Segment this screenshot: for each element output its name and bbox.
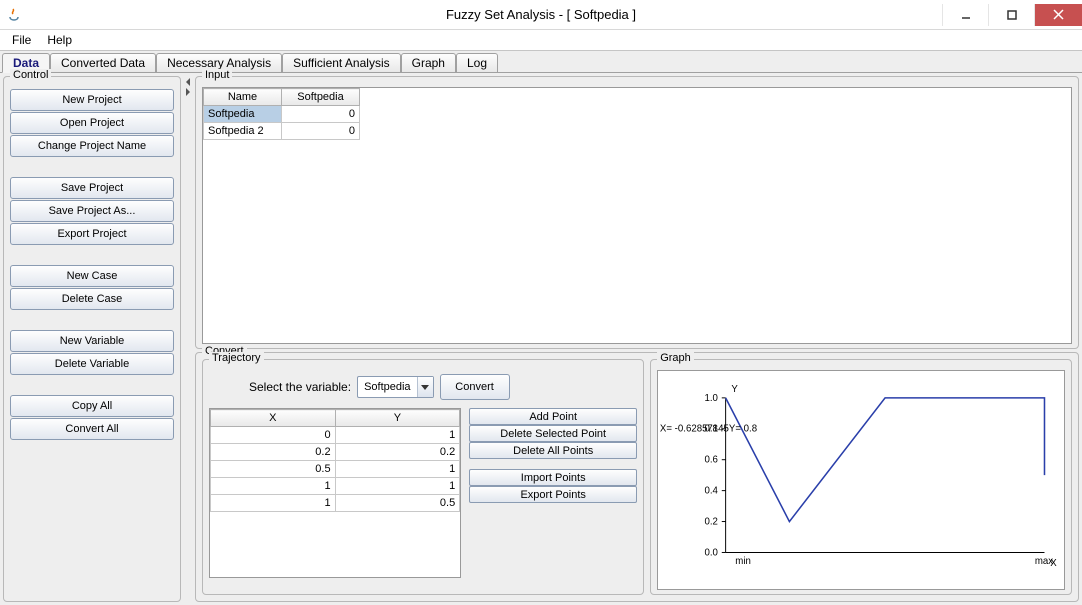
menu-file[interactable]: File bbox=[4, 31, 39, 49]
copy-all-button[interactable]: Copy All bbox=[10, 395, 174, 417]
graph-panel: Graph 0.00.20.40.60.81.0minmaxYXX= -0.62… bbox=[650, 359, 1072, 595]
chart-svg: 0.00.20.40.60.81.0minmaxYXX= -0.62857145… bbox=[658, 371, 1064, 589]
delete-selected-point-button[interactable]: Delete Selected Point bbox=[469, 425, 637, 442]
table-row[interactable]: Softpedia 0 bbox=[204, 106, 360, 123]
save-project-button[interactable]: Save Project bbox=[10, 177, 174, 199]
new-project-button[interactable]: New Project bbox=[10, 89, 174, 111]
select-variable-label: Select the variable: bbox=[249, 380, 351, 394]
minimize-button[interactable] bbox=[942, 4, 988, 26]
table-row[interactable]: Softpedia 2 0 bbox=[204, 123, 360, 140]
control-panel: Control New Project Open Project Change … bbox=[3, 76, 181, 602]
table-row[interactable]: 10.5 bbox=[211, 495, 460, 512]
variable-select[interactable]: Softpedia bbox=[357, 376, 433, 398]
svg-text:Y: Y bbox=[732, 384, 739, 395]
svg-text:1.0: 1.0 bbox=[705, 393, 718, 404]
input-header-col1[interactable]: Softpedia bbox=[282, 89, 360, 106]
input-cell-value[interactable]: 0 bbox=[282, 123, 360, 140]
save-project-as-button[interactable]: Save Project As... bbox=[10, 200, 174, 222]
table-row[interactable]: 01 bbox=[211, 427, 460, 444]
point-buttons: Add Point Delete Selected Point Delete A… bbox=[469, 408, 637, 578]
trajectory-panel: Trajectory Select the variable: Softpedi… bbox=[202, 359, 644, 595]
tab-sufficient-analysis[interactable]: Sufficient Analysis bbox=[282, 53, 401, 72]
import-points-button[interactable]: Import Points bbox=[469, 469, 637, 486]
table-row[interactable]: 11 bbox=[211, 478, 460, 495]
input-table[interactable]: Name Softpedia Softpedia 0 Softpedia 2 0 bbox=[203, 88, 360, 140]
change-project-name-button[interactable]: Change Project Name bbox=[10, 135, 174, 157]
dropdown-icon bbox=[417, 377, 433, 397]
tab-log[interactable]: Log bbox=[456, 53, 498, 72]
variable-select-value: Softpedia bbox=[358, 381, 416, 393]
menubar: File Help bbox=[0, 30, 1082, 51]
table-row[interactable]: 0.51 bbox=[211, 461, 460, 478]
svg-text:0.0: 0.0 bbox=[705, 547, 718, 558]
input-header-name[interactable]: Name bbox=[204, 89, 282, 106]
java-icon bbox=[6, 7, 22, 23]
input-cell-value[interactable]: 0 bbox=[282, 106, 360, 123]
control-legend: Control bbox=[10, 69, 51, 81]
convert-all-button[interactable]: Convert All bbox=[10, 418, 174, 440]
new-variable-button[interactable]: New Variable bbox=[10, 330, 174, 352]
delete-variable-button[interactable]: Delete Variable bbox=[10, 353, 174, 375]
svg-text:0.6: 0.6 bbox=[705, 455, 718, 466]
svg-text:X: X bbox=[1050, 558, 1057, 569]
right-column: Input Name Softpedia Softpedia 0 Softped… bbox=[195, 76, 1079, 602]
menu-help[interactable]: Help bbox=[39, 31, 80, 49]
trajectory-legend: Trajectory bbox=[209, 352, 264, 364]
graph-canvas[interactable]: 0.00.20.40.60.81.0minmaxYXX= -0.62857145… bbox=[657, 370, 1065, 590]
input-cell-name[interactable]: Softpedia bbox=[204, 106, 282, 123]
xy-table-container: X Y 01 0.20.2 0.51 11 10.5 bbox=[209, 408, 461, 578]
splitter-right-icon bbox=[186, 88, 190, 96]
xy-header-x[interactable]: X bbox=[211, 410, 336, 427]
xy-table[interactable]: X Y 01 0.20.2 0.51 11 10.5 bbox=[210, 409, 460, 512]
window-controls bbox=[942, 4, 1082, 26]
input-legend: Input bbox=[202, 69, 232, 81]
convert-panel: Convert Trajectory Select the variable: … bbox=[195, 352, 1079, 602]
table-row[interactable]: 0.20.2 bbox=[211, 444, 460, 461]
main-content: Control New Project Open Project Change … bbox=[0, 73, 1082, 605]
close-button[interactable] bbox=[1034, 4, 1082, 26]
open-project-button[interactable]: Open Project bbox=[10, 112, 174, 134]
input-panel: Input Name Softpedia Softpedia 0 Softped… bbox=[195, 76, 1079, 349]
export-points-button[interactable]: Export Points bbox=[469, 486, 637, 503]
control-column: Control New Project Open Project Change … bbox=[3, 76, 181, 602]
input-table-container: Name Softpedia Softpedia 0 Softpedia 2 0 bbox=[202, 87, 1072, 344]
splitter-handle[interactable] bbox=[184, 76, 192, 602]
input-cell-name[interactable]: Softpedia 2 bbox=[204, 123, 282, 140]
window-title: Fuzzy Set Analysis - [ Softpedia ] bbox=[446, 7, 636, 22]
convert-button[interactable]: Convert bbox=[440, 374, 510, 400]
svg-text:X= -0.62857145Y= 0.8: X= -0.62857145Y= 0.8 bbox=[660, 424, 757, 435]
tab-bar: Data Converted Data Necessary Analysis S… bbox=[0, 51, 1082, 73]
delete-case-button[interactable]: Delete Case bbox=[10, 288, 174, 310]
window-titlebar: Fuzzy Set Analysis - [ Softpedia ] bbox=[0, 0, 1082, 30]
add-point-button[interactable]: Add Point bbox=[469, 408, 637, 425]
xy-header-y[interactable]: Y bbox=[335, 410, 460, 427]
new-case-button[interactable]: New Case bbox=[10, 265, 174, 287]
svg-text:min: min bbox=[735, 556, 751, 567]
splitter-left-icon bbox=[186, 78, 190, 86]
delete-all-points-button[interactable]: Delete All Points bbox=[469, 442, 637, 459]
svg-text:0.2: 0.2 bbox=[705, 516, 718, 527]
tab-converted-data[interactable]: Converted Data bbox=[50, 53, 156, 72]
maximize-button[interactable] bbox=[988, 4, 1034, 26]
export-project-button[interactable]: Export Project bbox=[10, 223, 174, 245]
tab-graph[interactable]: Graph bbox=[401, 53, 456, 72]
graph-legend: Graph bbox=[657, 352, 694, 364]
svg-text:0.4: 0.4 bbox=[705, 486, 719, 497]
